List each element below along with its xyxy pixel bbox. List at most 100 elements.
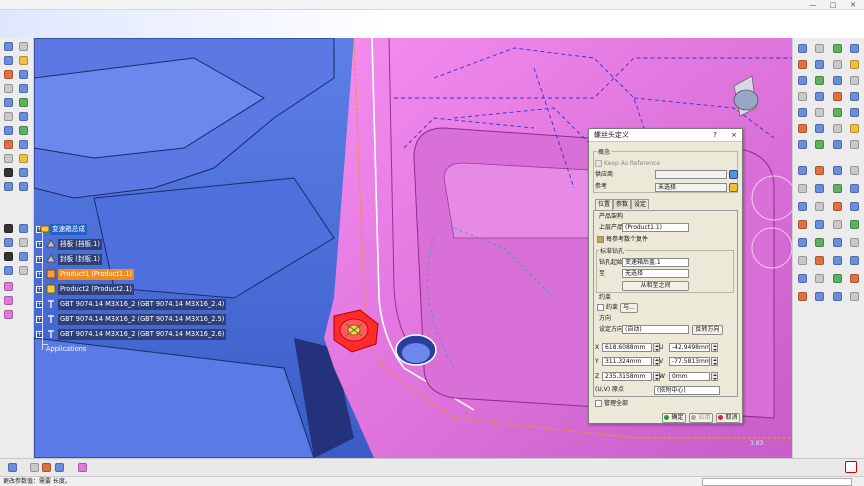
reference-browse-icon[interactable] [729,183,738,192]
tool-icon-r22[interactable] [815,124,824,133]
tool-icon-6[interactable] [19,70,28,79]
tree-toggle[interactable]: + [36,256,43,263]
tool-icon-25[interactable] [4,238,13,247]
tool-icon-r5[interactable] [798,60,807,69]
u-field[interactable]: -42.9498mm [669,343,710,352]
maximize-icon[interactable]: □ [826,0,840,10]
tool-icon-14[interactable] [19,126,28,135]
supplier-field[interactable] [655,170,727,179]
tool-icon-r44[interactable] [850,220,859,229]
tool-icon-r14[interactable] [815,92,824,101]
supplier-browse-icon[interactable] [729,170,738,179]
tool-icon-r42[interactable] [815,220,824,229]
tool-icon-r31[interactable] [833,166,842,175]
tool-icon-r3[interactable] [833,44,842,53]
each-reference-checkbox[interactable] [597,236,604,243]
y-field[interactable]: 311.324mm [602,357,652,366]
tool-icon-r55[interactable] [833,274,842,283]
tool-icon-16[interactable] [19,140,28,149]
dialog-close-button[interactable]: × [728,129,740,142]
from-to-button[interactable]: 从和至之间 [622,281,689,291]
reference-field[interactable]: 未选择 [655,183,727,192]
tool-icon-15[interactable] [4,140,13,149]
v-field[interactable]: -77.5813mm [669,357,710,366]
tool-icon-b1[interactable] [8,463,17,472]
tree-toggle[interactable]: + [36,301,43,308]
w-field[interactable]: 0mm [669,372,710,381]
tool-icon-7[interactable] [4,84,13,93]
tool-icon-r19[interactable] [833,108,842,117]
tool-icon-3[interactable] [4,56,13,65]
tool-icon-23[interactable] [4,224,13,233]
tool-icon-r53[interactable] [798,274,807,283]
tool-icon-r26[interactable] [815,140,824,149]
tool-icon-19[interactable] [4,168,13,177]
reverse-direction-button[interactable]: 反转方向 [692,325,723,335]
tool-icon-27[interactable] [4,252,13,261]
tool-icon-r50[interactable] [815,256,824,265]
tool-icon-28[interactable] [19,252,28,261]
tool-icon-8[interactable] [19,84,28,93]
tool-icon-31[interactable] [4,282,13,291]
tool-icon-r24[interactable] [850,124,859,133]
tool-icon-r4[interactable] [850,44,859,53]
tool-icon-r52[interactable] [850,256,859,265]
direction-field[interactable]: (自动) [622,325,689,334]
tool-icon-12[interactable] [19,112,28,121]
tool-icon-20[interactable] [19,168,28,177]
tool-icon-33[interactable] [4,310,13,319]
tool-icon-21[interactable] [4,182,13,191]
tool-icon-r28[interactable] [850,140,859,149]
constraint-checkbox[interactable] [597,304,604,311]
tool-icon-30[interactable] [19,266,28,275]
tool-icon-5[interactable] [4,70,13,79]
tool-icon-r27[interactable] [833,140,842,149]
tool-icon-r46[interactable] [815,238,824,247]
tool-icon-r11[interactable] [833,76,842,85]
tool-icon-r40[interactable] [850,202,859,211]
tool-icon-r18[interactable] [815,108,824,117]
tree-toggle[interactable]: + [36,286,43,293]
tool-icon-r43[interactable] [833,220,842,229]
tool-icon-r45[interactable] [798,238,807,247]
tool-icon-r12[interactable] [850,76,859,85]
tool-icon-b5[interactable] [78,463,87,472]
tree-toggle[interactable]: + [36,241,43,248]
cancel-button[interactable]: 取消 [716,413,740,423]
tab-parameters[interactable]: 参数 [613,199,631,209]
z-field[interactable]: 235.3158mm [602,372,652,381]
tool-icon-r7[interactable] [833,60,842,69]
tool-icon-17[interactable] [4,154,13,163]
tool-icon-18[interactable] [19,154,28,163]
tool-icon-r10[interactable] [815,76,824,85]
tool-icon-2[interactable] [19,42,28,51]
upper-product-field[interactable]: (Product1.1) [622,223,689,232]
tool-icon-10[interactable] [19,98,28,107]
tool-icon-13[interactable] [4,126,13,135]
drill-start-field[interactable]: 变速箱后盖.1 [622,258,689,267]
tool-icon-24[interactable] [19,224,28,233]
tool-icon-r41[interactable] [798,220,807,229]
tool-icon-r25[interactable] [798,140,807,149]
tool-icon-r51[interactable] [833,256,842,265]
tool-icon-r59[interactable] [833,292,842,301]
tool-icon-r6[interactable] [815,60,824,69]
tool-icon-r38[interactable] [815,202,824,211]
tool-icon-r47[interactable] [833,238,842,247]
tool-icon-r2[interactable] [815,44,824,53]
tool-icon-9[interactable] [4,98,13,107]
ok-button[interactable]: 确定 [662,413,686,423]
command-input[interactable] [702,478,852,486]
tool-icon-r57[interactable] [798,292,807,301]
tool-icon-r54[interactable] [815,274,824,283]
tool-icon-r15[interactable] [833,92,842,101]
tool-icon-r58[interactable] [815,292,824,301]
keep-as-reference-checkbox[interactable] [595,160,602,167]
tab-settings[interactable]: 设定 [631,199,649,209]
tab-position[interactable]: 位置 [595,199,613,210]
tree-toggle[interactable]: + [36,271,43,278]
tool-icon-r17[interactable] [798,108,807,117]
tree-toggle[interactable]: + [36,316,43,323]
tool-icon-r56[interactable] [850,274,859,283]
tool-icon-b4[interactable] [55,463,64,472]
